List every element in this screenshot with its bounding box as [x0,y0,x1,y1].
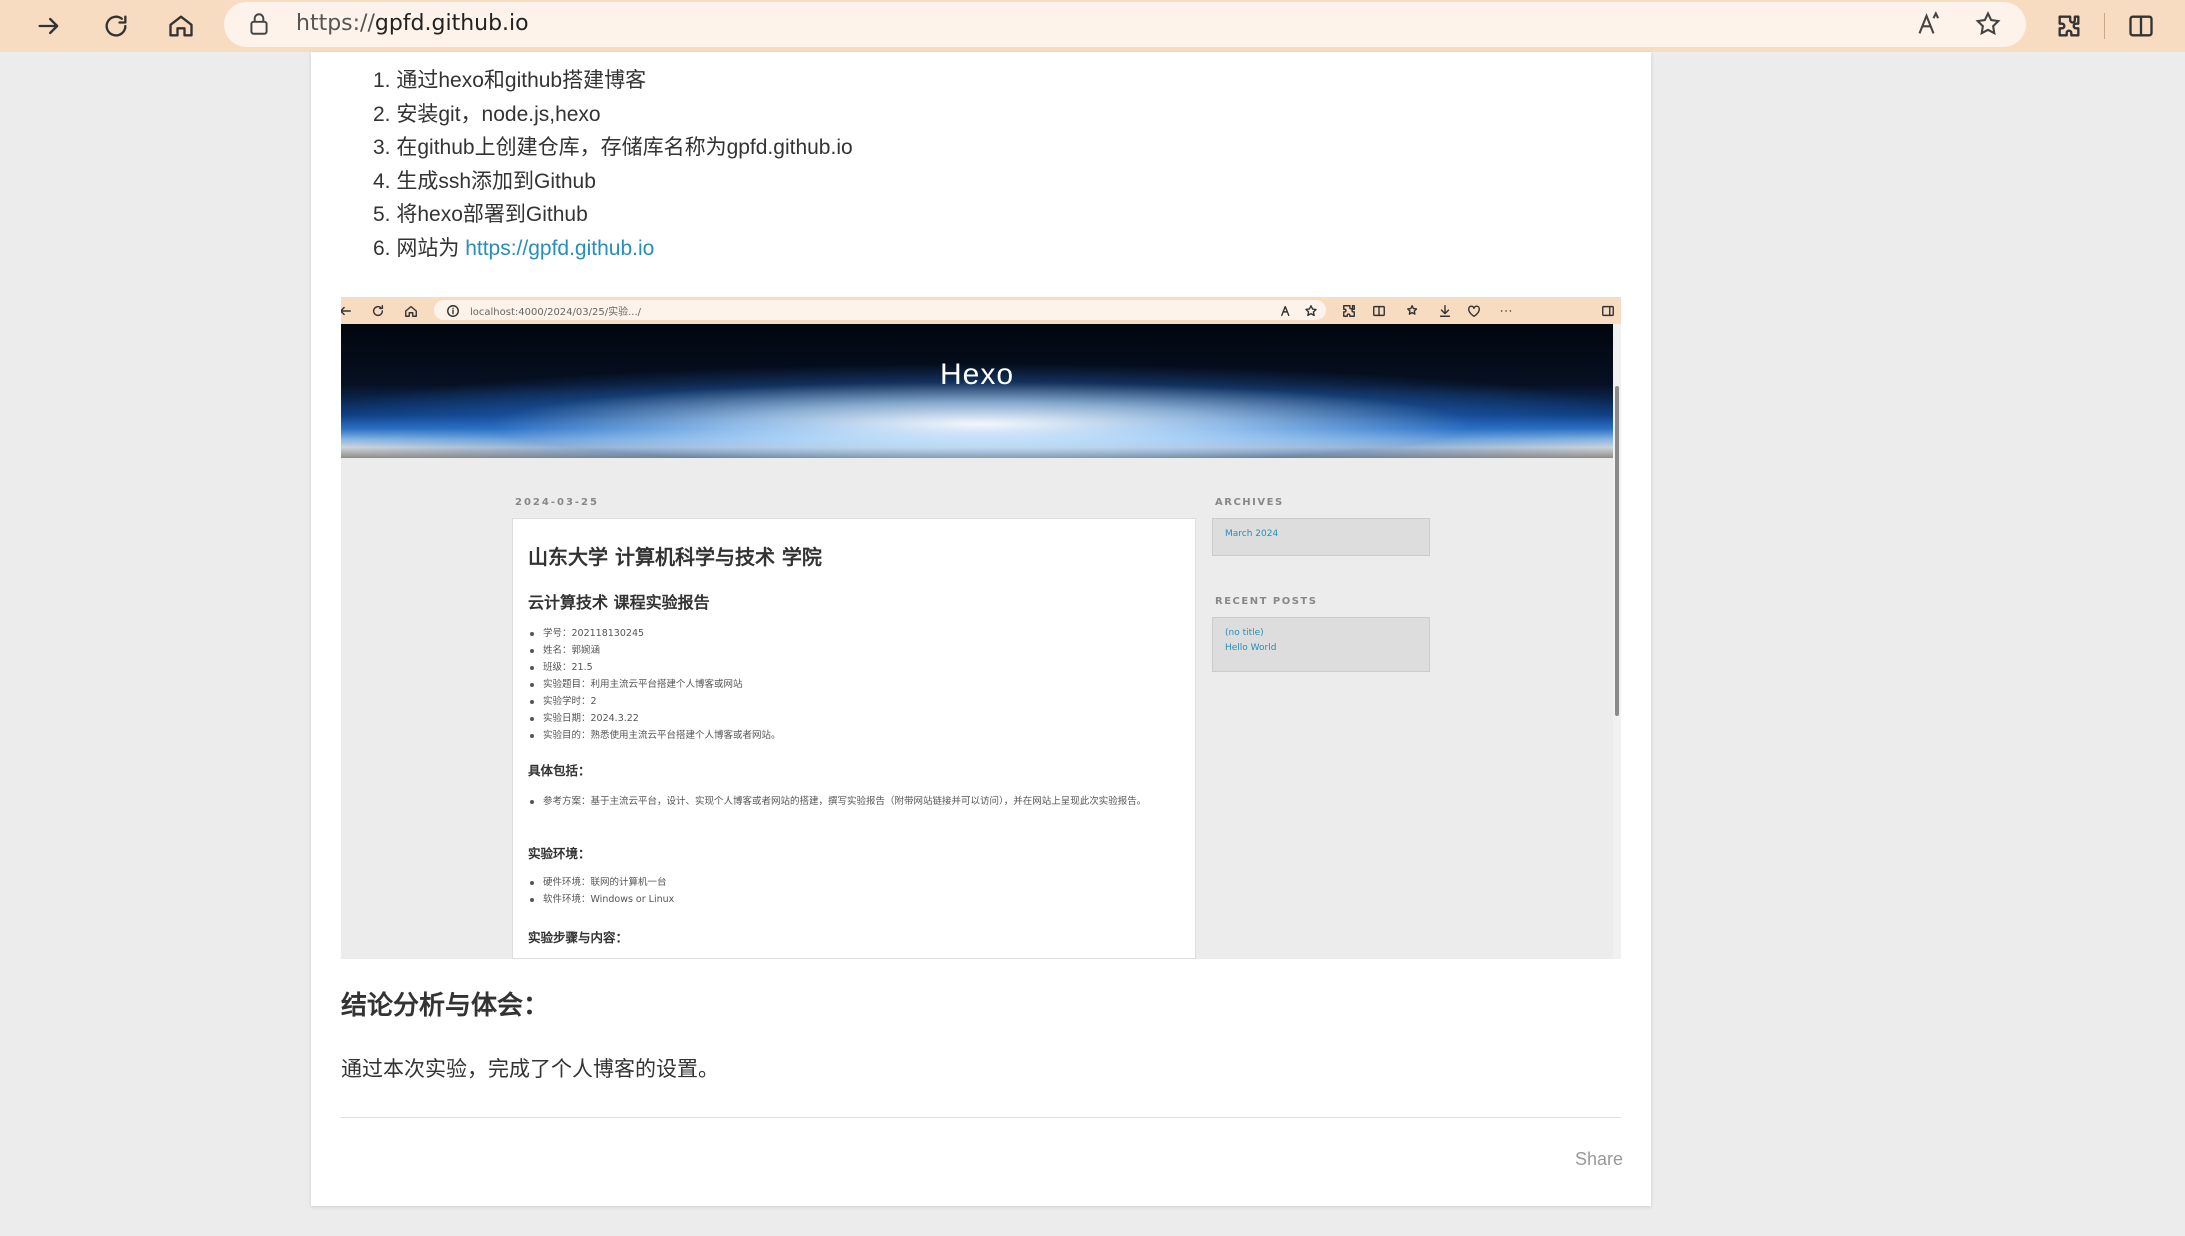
site-title: Hexo [939,358,1015,391]
environment-list: 硬件环境：联网的计算机一台 软件环境：Windows or Linux [529,874,674,908]
read-aloud-icon [1280,303,1294,317]
archive-link: March 2024 [1225,529,1279,539]
website-link[interactable]: https://gpfd.github.io [465,237,654,260]
list-item: 软件环境：Windows or Linux [529,891,674,908]
info-icon [446,303,460,317]
sidebar-icon [1601,303,1615,317]
favorite-star-icon[interactable] [1974,10,2004,40]
lock-icon[interactable] [246,11,272,37]
embedded-screenshot: localhost:4000/2024/03/25/实验.../ Hexo 20… [341,297,1621,959]
list-item: 实验题目：利用主流云平台搭建个人博客或网站 [530,676,781,693]
inner-post-article: 山东大学 计算机科学与技术 学院 云计算技术 课程实验报告 学号：2021181… [512,518,1196,959]
post-heading: 山东大学 计算机科学与技术 学院 [528,545,822,569]
post-date: 2024-03-25 [515,497,599,508]
list-item: 4. 生成ssh添加到Github [373,169,596,193]
list-item: 姓名：郭婉涵 [530,642,781,659]
browser-toolbar: https://gpfd.github.io [0,0,2185,52]
forward-icon [38,17,59,35]
url-text[interactable]: https://gpfd.github.io [296,11,529,36]
split-screen-icon [2129,15,2153,37]
scope-list: 参考方案：基于主流云平台，设计、实现个人博客或者网站的搭建，撰写实验报告（附带网… [530,793,1173,810]
section-heading: 实验环境： [528,846,591,861]
section-heading: 具体包括： [528,763,591,778]
list-item: 实验日期：2024.3.22 [530,710,781,727]
extensions-button[interactable] [2048,6,2090,46]
favorite-star-icon [1304,303,1318,317]
list-item: 参考方案：基于主流云平台，设计、实现个人博客或者网站的搭建，撰写实验报告（附带网… [530,793,1173,810]
inner-address-bar: localhost:4000/2024/03/25/实验.../ [434,300,1326,320]
forward-button[interactable] [28,6,70,46]
address-bar[interactable]: https://gpfd.github.io [224,2,2026,47]
refresh-icon [371,303,385,317]
archives-widget: March 2024 [1212,518,1430,556]
list-item: 班级：21.5 [530,659,781,676]
split-screen-icon [1372,303,1386,317]
divider [341,1117,1621,1118]
inner-scrollbar [1613,324,1621,959]
more-icon [1499,303,1513,317]
recent-post-link: Hello World [1225,643,1277,653]
favorites-icon [1406,303,1420,317]
list-item: 学号：202118130245 [530,625,781,642]
list-item: 5. 将hexo部署到Github [373,203,588,226]
steps-list: 1. 通过hexo和github搭建博客 2. 安装git，node.js,he… [373,64,853,265]
health-icon [1467,303,1481,317]
conclusion-heading: 结论分析与体会： [341,991,550,1021]
extensions-icon [2058,15,2080,37]
list-item: 实验学时：2 [530,693,781,710]
home-icon [404,303,418,317]
list-item: 1. 通过hexo和github搭建博客 [373,69,647,92]
share-link[interactable]: Share [1575,1149,1623,1170]
list-item: 硬件环境：联网的计算机一台 [529,874,674,891]
refresh-button[interactable] [95,6,137,46]
archives-heading: ARCHIVES [1215,497,1284,508]
split-screen-button[interactable] [2120,6,2162,46]
recent-posts-heading: RECENT POSTS [1215,596,1318,607]
conclusion-text: 通过本次实验，完成了个人博客的设置。 [341,1057,719,1081]
list-item: 6. 网站为 https://gpfd.github.io [373,236,655,260]
inner-browser-toolbar: localhost:4000/2024/03/25/实验.../ [341,297,1621,324]
info-list: 学号：202118130245 姓名：郭婉涵 班级：21.5 实验题目：利用主流… [530,625,781,744]
section-heading: 实验步骤与内容： [528,930,629,945]
home-button[interactable] [160,6,202,46]
read-aloud-icon[interactable] [1916,10,1946,40]
refresh-icon [105,15,127,37]
list-item: 2. 安装git，node.js,hexo [373,102,601,126]
download-icon [1438,303,1452,317]
recent-post-link: (no title) [1225,628,1264,638]
blog-banner: Hexo [341,324,1613,458]
toolbar-divider [2104,13,2105,39]
post-subheading: 云计算技术 课程实验报告 [528,593,710,612]
post-card: 1. 通过hexo和github搭建博客 2. 安装git，node.js,he… [311,52,1651,1206]
list-item: 3. 在github上创建仓库，存储库名称为gpfd.github.io [373,136,853,159]
extensions-icon [1342,303,1356,317]
list-item: 实验目的：熟悉使用主流云平台搭建个人博客或者网站。 [530,727,781,744]
recent-posts-widget: (no title) Hello World [1212,617,1430,672]
back-icon [341,303,352,317]
home-icon [169,15,193,37]
